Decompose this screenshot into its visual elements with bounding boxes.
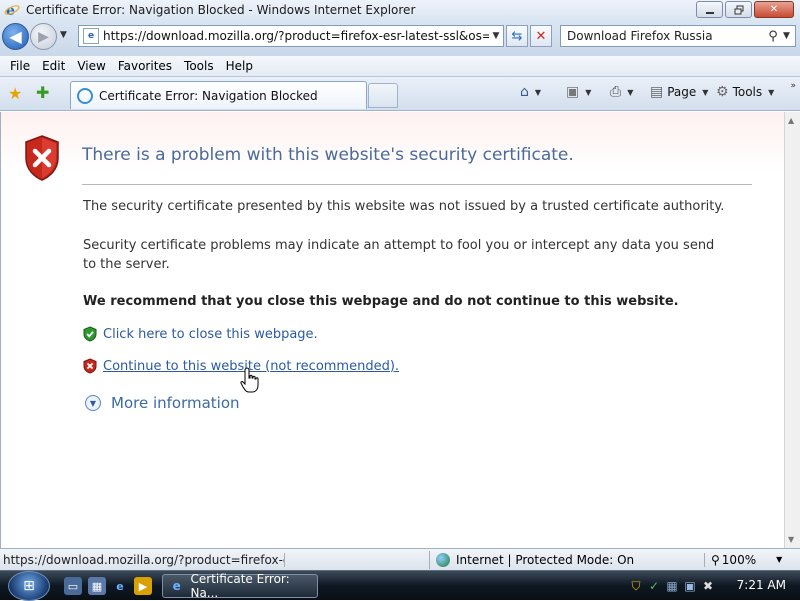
more-information-toggle[interactable]: ▼ More information: [85, 394, 240, 412]
status-bar: https://download.mozilla.org/?product=fi…: [0, 548, 800, 570]
search-dropdown-icon[interactable]: ▼: [783, 31, 795, 41]
switch-windows-icon[interactable]: ▦: [88, 577, 106, 595]
menu-edit[interactable]: Edit: [36, 59, 71, 73]
zoom-level: 100%: [721, 552, 757, 567]
address-bar[interactable]: e https://download.mozilla.org/?product=…: [78, 25, 504, 47]
chevron-down-icon: ▼: [85, 395, 101, 411]
title-bar: e Certificate Error: Navigation Blocked …: [0, 0, 800, 20]
tools-menu-label: Tools: [732, 85, 763, 99]
defender-icon[interactable]: ✓: [646, 578, 662, 594]
close-webpage-option[interactable]: Click here to close this webpage.: [83, 326, 318, 342]
gear-icon: ⚙: [716, 84, 729, 100]
address-dropdown-icon[interactable]: ▼: [489, 31, 503, 41]
network-icon[interactable]: ▣: [682, 578, 698, 594]
page-icon: ▤: [650, 84, 664, 100]
address-row: ◀ ▶ ▼ e https://download.mozilla.org/?pr…: [0, 20, 800, 56]
security-zone[interactable]: Internet | Protected Mode: On: [430, 552, 705, 567]
refresh-icon: ⇆: [511, 28, 523, 44]
stop-button[interactable]: ✕: [530, 25, 552, 47]
error-warning: Security certificate problems may indica…: [83, 238, 715, 272]
back-arrow-icon: ◀: [9, 27, 22, 46]
back-button[interactable]: ◀: [2, 23, 29, 50]
show-desktop-icon[interactable]: ▭: [64, 577, 82, 595]
feeds-button[interactable]: ▣ ▼: [566, 84, 591, 100]
ie-icon: e: [172, 579, 181, 593]
recommendation-text: We recommend that you close this webpage…: [83, 294, 679, 309]
scroll-up-icon[interactable]: ▲: [788, 116, 794, 125]
shield-error-icon: [25, 135, 59, 181]
menu-help[interactable]: Help: [220, 59, 259, 73]
menu-view[interactable]: View: [71, 59, 111, 73]
home-button[interactable]: ⌂ ▼: [520, 84, 541, 100]
search-box[interactable]: Download Firefox Russia ⚲ ▼: [560, 25, 796, 47]
print-button[interactable]: ⎙ ▼: [610, 84, 633, 100]
svg-text:e: e: [6, 3, 15, 18]
taskbar: ⊞ ▭ ▦ e ▶ e Certificate Error: Na... ⛉ ✓…: [0, 570, 800, 601]
window-title: Certificate Error: Navigation Blocked - …: [26, 3, 416, 17]
refresh-button[interactable]: ⇆: [506, 25, 528, 47]
error-description: The security certificate presented by th…: [83, 199, 725, 214]
close-webpage-link[interactable]: Click here to close this webpage.: [103, 327, 318, 342]
security-zone-label: Internet | Protected Mode: On: [456, 552, 635, 567]
close-button[interactable]: ✕: [754, 1, 794, 18]
taskbar-ie-window[interactable]: e Certificate Error: Na...: [162, 572, 318, 600]
ie-quicklaunch-icon[interactable]: e: [111, 577, 129, 595]
new-tab-button[interactable]: [368, 83, 398, 108]
minimize-icon: [705, 11, 714, 14]
tab-certificate-error[interactable]: Certificate Error: Navigation Blocked: [70, 81, 367, 109]
status-gap: [285, 550, 430, 569]
forward-button[interactable]: ▶: [30, 23, 57, 50]
close-icon: ✕: [769, 4, 779, 15]
page-menu-label: Page: [667, 85, 697, 99]
start-button[interactable]: ⊞: [8, 571, 50, 601]
tools-menu-button[interactable]: ⚙ Tools ▼: [716, 84, 774, 100]
ie-icon: e: [4, 2, 20, 18]
chevron-right-icon[interactable]: »: [790, 81, 796, 91]
tab-row: ★ ✚ Certificate Error: Navigation Blocke…: [0, 77, 800, 111]
loading-icon: [77, 87, 93, 104]
forward-arrow-icon: ▶: [38, 28, 49, 45]
security-alert-icon[interactable]: ⛉: [628, 578, 644, 594]
add-favorites-icon[interactable]: ✚: [36, 83, 49, 102]
clock[interactable]: 7:21 AM: [737, 578, 786, 592]
volume-muted-icon[interactable]: ✖: [700, 578, 716, 594]
status-url: https://download.mozilla.org/?product=fi…: [0, 552, 285, 567]
divider: [82, 184, 752, 185]
restore-icon: [734, 5, 743, 14]
taskbar-task-label: Certificate Error: Na...: [190, 572, 290, 600]
recent-pages-dropdown[interactable]: ▼: [60, 30, 67, 40]
hand-cursor-icon: [240, 367, 259, 393]
search-input[interactable]: Download Firefox Russia: [561, 29, 763, 43]
vertical-scrollbar[interactable]: ▲ ▼: [784, 112, 800, 548]
menu-file[interactable]: File: [4, 59, 36, 73]
zoom-dropdown-icon[interactable]: ▼: [776, 555, 782, 564]
globe-icon: [436, 552, 450, 567]
address-url[interactable]: https://download.mozilla.org/?product=fi…: [103, 29, 489, 43]
more-information-label: More information: [111, 394, 240, 412]
page-icon: e: [83, 28, 99, 44]
menu-bar: File Edit View Favorites Tools Help: [0, 56, 800, 77]
rss-feed-icon: ▣: [566, 84, 580, 100]
search-icon[interactable]: ⚲: [763, 29, 783, 44]
page-menu-button[interactable]: ▤ Page ▼: [650, 84, 708, 100]
restore-button[interactable]: [725, 1, 752, 18]
favorites-star-icon[interactable]: ★: [8, 84, 22, 103]
zoom-control[interactable]: ⚲ 100% ▼: [705, 553, 782, 567]
windows-logo-icon: ⊞: [23, 578, 35, 594]
error-heading: There is a problem with this website's s…: [82, 145, 574, 165]
shield-error-small-icon: [83, 358, 97, 374]
shield-ok-icon: [83, 326, 97, 342]
stop-icon: ✕: [535, 28, 547, 44]
page-content: There is a problem with this website's s…: [0, 112, 784, 548]
scroll-down-icon[interactable]: ▼: [788, 535, 794, 544]
minimize-button[interactable]: [696, 1, 723, 18]
tray-app-icon[interactable]: ▦: [664, 578, 680, 594]
menu-tools[interactable]: Tools: [178, 59, 220, 73]
media-player-icon[interactable]: ▶: [134, 577, 152, 595]
home-icon: ⌂: [520, 84, 529, 100]
menu-favorites[interactable]: Favorites: [112, 59, 178, 73]
zoom-icon: ⚲: [711, 552, 720, 567]
tab-label: Certificate Error: Navigation Blocked: [99, 88, 318, 103]
print-icon: ⎙: [610, 84, 622, 100]
